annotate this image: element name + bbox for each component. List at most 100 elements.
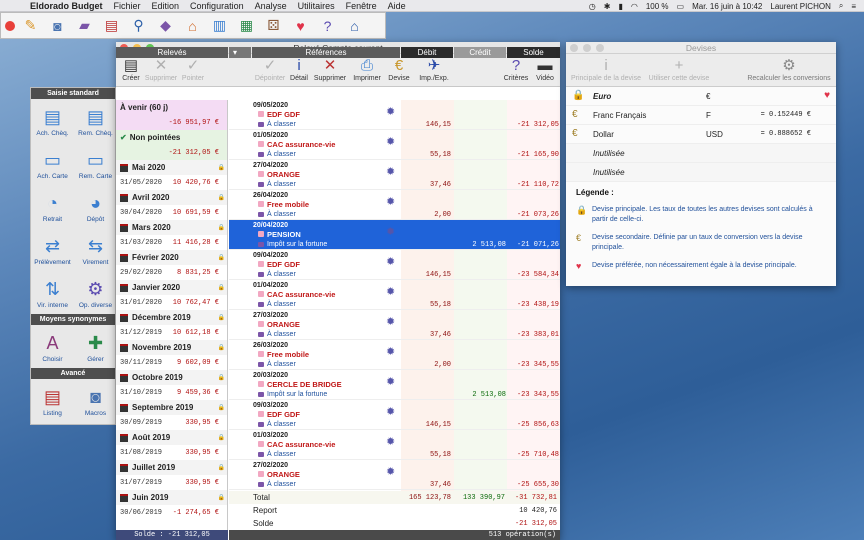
devise-row[interactable]: Inutilisée <box>566 144 836 163</box>
supprimer-disabled-button[interactable]: ✕ Supprimer <box>144 56 178 82</box>
utiliser-button[interactable]: + Utiliser cette devise <box>646 56 712 82</box>
col-credit[interactable]: Crédit <box>454 47 506 58</box>
releve-month[interactable]: Mai 2020 🔒 <box>116 160 227 175</box>
depot-button[interactable]: ◕ Dépôt <box>74 185 117 228</box>
operation-row[interactable]: 01/05/2020 CAC assurance-vie À classer ✹ 55,… <box>229 130 560 160</box>
devise-row[interactable]: € Dollar USD = 0.888652 € <box>566 125 836 144</box>
imp-exp-button[interactable]: ✈ Imp./Exp. <box>416 56 452 82</box>
operation-row[interactable]: 09/04/2020 EDF GDF À classer ✹ 146,15 -23 584… <box>229 250 560 280</box>
datetime[interactable]: Mar. 16 juin à 10:42 <box>692 2 762 11</box>
releve-month[interactable]: Juillet 2019 🔒 <box>116 460 227 475</box>
col-solde[interactable]: Solde <box>507 47 560 58</box>
detail-button[interactable]: i Détail <box>286 56 312 82</box>
menu-configuration[interactable]: Configuration <box>190 1 244 11</box>
bluetooth-icon[interactable]: ✱ <box>604 2 611 11</box>
releve-month[interactable]: Janvier 2020 🔒 <box>116 280 227 295</box>
battery-status[interactable]: 100 % <box>646 2 669 11</box>
rem-carte-button[interactable]: ▭ Rem. Carte <box>74 142 117 185</box>
chart-icon[interactable]: ▥ <box>206 14 233 38</box>
menu-aide[interactable]: Aide <box>388 1 406 11</box>
pointer-button[interactable]: ✓ Pointer <box>178 56 208 82</box>
releve-month[interactable]: Juin 2019 🔒 <box>116 490 227 505</box>
ach-cheq-button[interactable]: ▤ Ach. Chèq. <box>31 99 74 142</box>
listing-icon[interactable]: ▤ <box>98 14 125 38</box>
releve-month[interactable]: Février 2020 🔒 <box>116 250 227 265</box>
ach-carte-button[interactable]: ▭ Ach. Carte <box>31 142 74 185</box>
choisir-button[interactable]: A Choisir <box>31 325 74 368</box>
listing-button[interactable]: ▤ Listing <box>31 379 74 422</box>
releve-a-venir[interactable]: À venir (60 j) <box>116 100 227 115</box>
devise-button[interactable]: € Devise <box>386 56 412 82</box>
releve-month[interactable]: Novembre 2019 🔒 <box>116 340 227 355</box>
releve-month[interactable]: Octobre 2019 🔒 <box>116 370 227 385</box>
pencil-icon[interactable]: ✎ <box>17 14 44 38</box>
menu-app[interactable]: Eldorado Budget <box>30 1 103 11</box>
flag-icon[interactable]: ▮ <box>618 2 622 11</box>
operation-row[interactable]: 27/03/2020 ORANGE À classer ✹ 37,46 -23 383,0… <box>229 310 560 340</box>
creer-button[interactable]: ▤ Créer <box>118 56 144 82</box>
col-debit[interactable]: Débit <box>401 47 453 58</box>
principale-button[interactable]: i Principale de la devise <box>566 56 646 82</box>
op-diverse-button[interactable]: ⚙ Op. diverse <box>74 271 117 314</box>
building-icon[interactable]: ⌂ <box>179 14 206 38</box>
devise-row[interactable]: € Franc Français F = 0.152449 € <box>566 106 836 125</box>
menu-fenetre[interactable]: Fenêtre <box>346 1 377 11</box>
criteres-button[interactable]: ? Critères <box>502 56 530 82</box>
pin-icon[interactable]: ⚲ <box>125 14 152 38</box>
releve-non-pointees[interactable]: ✔ Non pointées <box>116 130 227 145</box>
imprimer-button[interactable]: ⎙ Imprimer <box>350 56 384 82</box>
releve-month[interactable]: Décembre 2019 🔒 <box>116 310 227 325</box>
menu-edition[interactable]: Edition <box>152 1 180 11</box>
operation-row[interactable]: 26/03/2020 Free mobile À classer ✹ 2,00 -23 3… <box>229 340 560 370</box>
operation-row[interactable]: 09/03/2020 EDF GDF À classer ✹ 146,15 -25 856… <box>229 400 560 430</box>
releve-month[interactable]: Août 2019 🔒 <box>116 430 227 445</box>
virement-button[interactable]: ⇆ Virement <box>74 228 117 271</box>
spotlight-icon[interactable]: ⌕ <box>839 1 843 11</box>
user-name[interactable]: Laurent PICHON <box>770 2 830 11</box>
vir-interne-button[interactable]: ⇅ Vir. interne <box>31 271 74 314</box>
home-icon[interactable]: ⌂ <box>341 14 368 38</box>
retrait-button[interactable]: ◔ Retrait <box>31 185 74 228</box>
recalculer-button[interactable]: ⚙ Recalculer les conversions <box>744 56 834 82</box>
devise-row[interactable]: Inutilisée <box>566 163 836 182</box>
help-icon[interactable]: ? <box>314 14 341 38</box>
camera-icon[interactable]: ◙ <box>44 14 71 38</box>
menu-analyse[interactable]: Analyse <box>255 1 287 11</box>
rem-cheq-button[interactable]: ▤ Rem. Chèq. <box>74 99 117 142</box>
col-flag[interactable]: ▾ <box>229 47 251 58</box>
control-center-icon[interactable]: ≡ <box>851 2 856 11</box>
op-name: Free mobile <box>267 200 310 209</box>
prelevement-button[interactable]: ⇄ Prélèvement <box>31 228 74 271</box>
macros-button[interactable]: ◙ Macros <box>74 379 117 422</box>
releve-month[interactable]: Septembre 2019 🔒 <box>116 400 227 415</box>
depointer-button[interactable]: ✓ Dépointer <box>254 56 286 82</box>
operation-row[interactable]: 09/05/2020 EDF GDF À classer ✹ 146,15 -21 312… <box>229 100 560 130</box>
close-icon[interactable] <box>5 20 15 31</box>
calendar-icon[interactable]: ▦ <box>233 14 260 38</box>
cube-icon[interactable]: ◆ <box>152 14 179 38</box>
releve-month[interactable]: Avril 2020 🔒 <box>116 190 227 205</box>
menu-fichier[interactable]: Fichier <box>114 1 141 11</box>
supprimer-button[interactable]: ✕ Supprimer <box>312 56 348 82</box>
video-button[interactable]: ▬ Vidéo <box>532 56 558 82</box>
releve-month[interactable]: Mars 2020 🔒 <box>116 220 227 235</box>
gerer-button[interactable]: ✚ Gérer <box>74 325 117 368</box>
devise-row[interactable]: 🔒 Euro € ♥ <box>566 87 836 106</box>
col-releves[interactable]: Relevés <box>116 47 228 58</box>
operation-row[interactable]: 01/03/2020 CAC assurance-vie À classer ✹ 55,… <box>229 430 560 460</box>
operation-row[interactable]: 27/02/2020 ORANGE À classer ✹ 37,46 -25 655,3… <box>229 460 560 490</box>
wifi-icon[interactable]: ◠ <box>631 2 638 11</box>
releve-a-venir-amount: -16 951,97 € <box>116 115 227 130</box>
col-references[interactable]: Références <box>252 47 400 58</box>
operation-row[interactable]: 20/04/2020 PENSION Impôt sur la fortune ✹ 2 … <box>229 220 560 250</box>
operation-row[interactable]: 26/04/2020 Free mobile À classer ✹ 2,00 -21 0… <box>229 190 560 220</box>
operation-row[interactable]: 01/04/2020 CAC assurance-vie À classer ✹ 55,… <box>229 280 560 310</box>
operation-row[interactable]: 20/03/2020 CERCLE DE BRIDGE Impôt sur la f… <box>229 370 560 400</box>
dice-icon[interactable]: ⚄ <box>260 14 287 38</box>
menu-utilitaires[interactable]: Utilitaires <box>298 1 335 11</box>
calendar-icon <box>120 193 128 202</box>
heart-icon[interactable]: ♥ <box>287 14 314 38</box>
clock-icon[interactable]: ◷ <box>589 2 596 11</box>
folder-icon[interactable]: ▰ <box>71 14 98 38</box>
operation-row[interactable]: 27/04/2020 ORANGE À classer ✹ 37,46 -21 110,7… <box>229 160 560 190</box>
